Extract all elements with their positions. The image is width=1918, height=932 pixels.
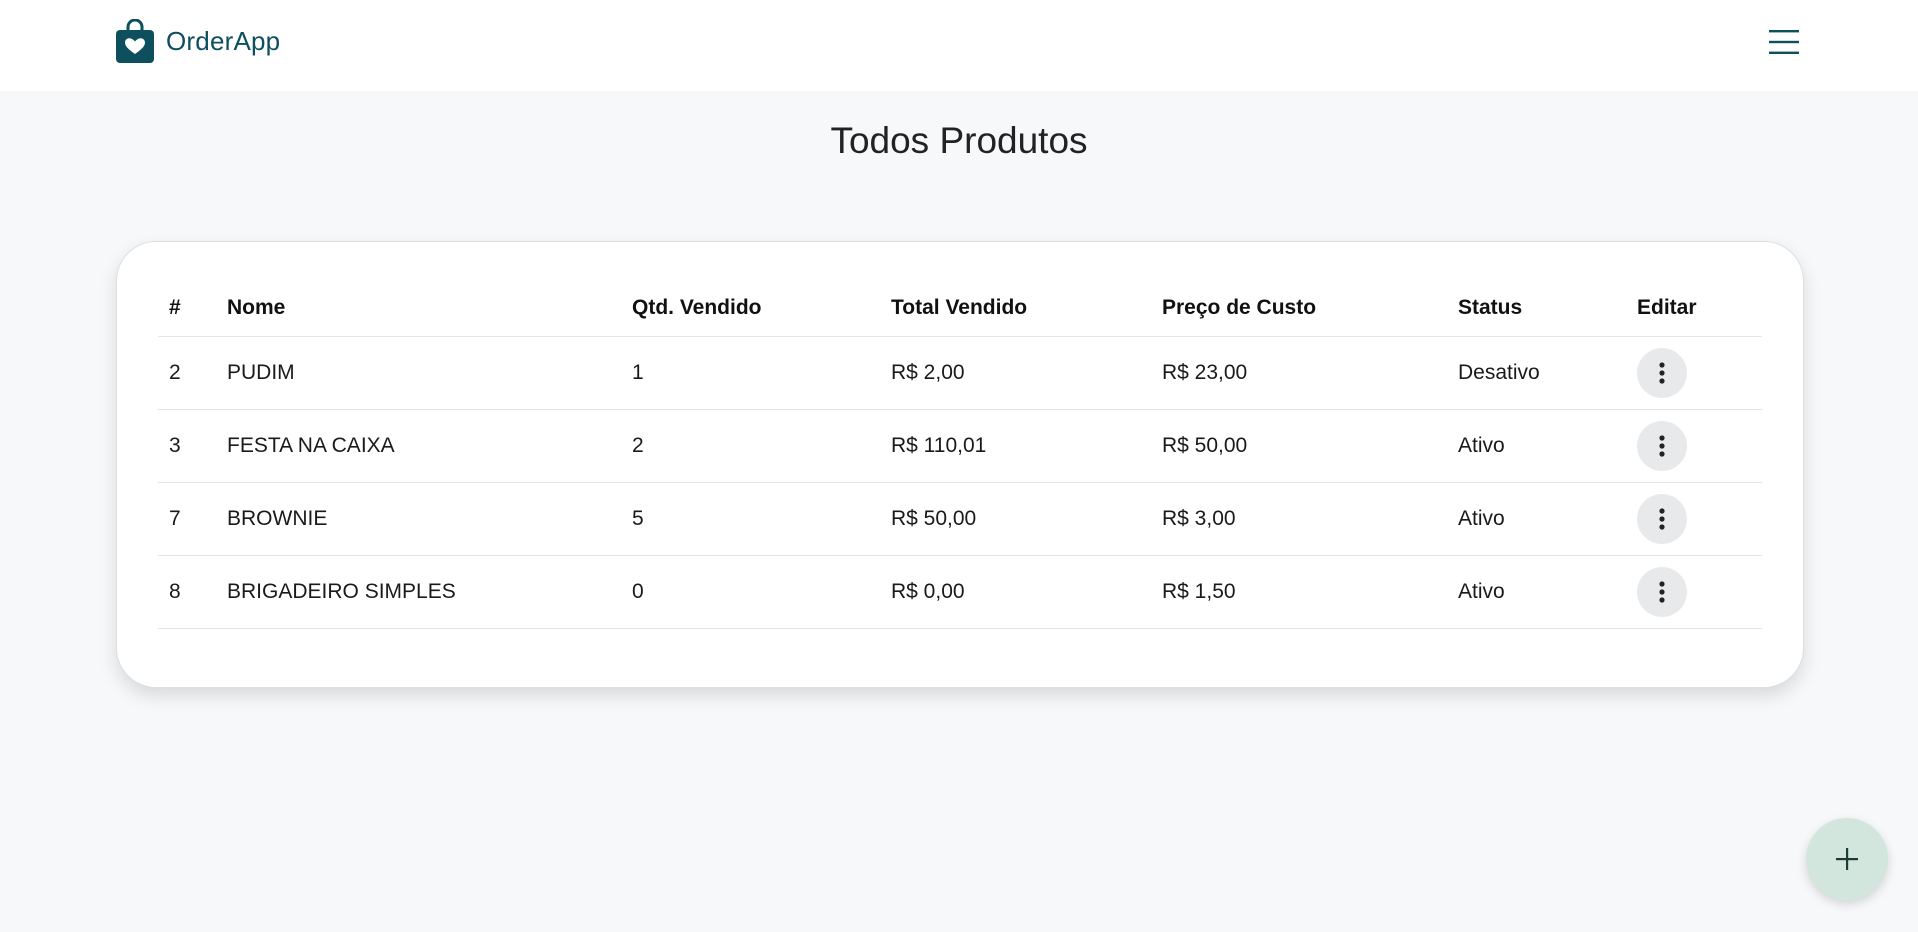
cell-total-vendido: R$ 50,00 — [880, 482, 1151, 556]
column-header-status: Status — [1447, 280, 1626, 337]
row-actions-button[interactable] — [1637, 420, 1687, 471]
row-actions-button[interactable] — [1637, 566, 1687, 617]
add-product-button[interactable] — [1806, 818, 1888, 900]
cell-id: 8 — [158, 555, 216, 629]
brand-link[interactable]: OrderApp — [116, 19, 280, 63]
cell-qtd-vendido: 0 — [621, 555, 880, 629]
row-actions-button[interactable] — [1637, 493, 1687, 544]
column-header-editar: Editar — [1626, 280, 1762, 337]
table-row: 3 FESTA NA CAIXA 2 R$ 110,01 R$ 50,00 At… — [158, 409, 1762, 483]
more-vertical-icon — [1659, 580, 1665, 603]
cell-id: 7 — [158, 482, 216, 556]
cell-qtd-vendido: 5 — [621, 482, 880, 556]
cell-nome: BRIGADEIRO SIMPLES — [216, 555, 621, 629]
cell-total-vendido: R$ 0,00 — [880, 555, 1151, 629]
cell-preco-de-custo: R$ 23,00 — [1151, 336, 1447, 410]
cell-editar — [1626, 336, 1762, 410]
more-vertical-icon — [1659, 361, 1665, 384]
cell-qtd-vendido: 1 — [621, 336, 880, 410]
menu-button[interactable] — [1764, 24, 1804, 60]
navbar: OrderApp — [0, 0, 1918, 91]
products-card: # Nome Qtd. Vendido Total Vendido Preço … — [116, 241, 1804, 688]
column-header-qtd-vendido: Qtd. Vendido — [621, 280, 880, 337]
shopping-bag-heart-icon — [116, 19, 154, 63]
cell-status: Ativo — [1447, 409, 1626, 483]
row-actions-button[interactable] — [1637, 347, 1687, 398]
cell-nome: PUDIM — [216, 336, 621, 410]
column-header-total-vendido: Total Vendido — [880, 280, 1151, 337]
cell-editar — [1626, 555, 1762, 629]
plus-icon — [1836, 848, 1858, 870]
cell-nome: BROWNIE — [216, 482, 621, 556]
cell-preco-de-custo: R$ 50,00 — [1151, 409, 1447, 483]
cell-status: Desativo — [1447, 336, 1626, 410]
cell-total-vendido: R$ 2,00 — [880, 336, 1151, 410]
more-vertical-icon — [1659, 507, 1665, 530]
cell-editar — [1626, 482, 1762, 556]
cell-editar — [1626, 409, 1762, 483]
cell-id: 3 — [158, 409, 216, 483]
hamburger-menu-icon — [1769, 30, 1799, 54]
cell-status: Ativo — [1447, 555, 1626, 629]
cell-id: 2 — [158, 336, 216, 410]
cell-status: Ativo — [1447, 482, 1626, 556]
column-header-nome: Nome — [216, 280, 621, 337]
products-table: # Nome Qtd. Vendido Total Vendido Preço … — [158, 280, 1762, 629]
table-header-row: # Nome Qtd. Vendido Total Vendido Preço … — [158, 280, 1762, 337]
cell-preco-de-custo: R$ 3,00 — [1151, 482, 1447, 556]
table-row: 8 BRIGADEIRO SIMPLES 0 R$ 0,00 R$ 1,50 A… — [158, 555, 1762, 629]
column-header-preco-de-custo: Preço de Custo — [1151, 280, 1447, 337]
cell-qtd-vendido: 2 — [621, 409, 880, 483]
cell-nome: FESTA NA CAIXA — [216, 409, 621, 483]
cell-total-vendido: R$ 110,01 — [880, 409, 1151, 483]
column-header-id: # — [158, 280, 216, 337]
brand-name: OrderApp — [166, 25, 281, 56]
table-row: 2 PUDIM 1 R$ 2,00 R$ 23,00 Desativo — [158, 336, 1762, 410]
more-vertical-icon — [1659, 434, 1665, 457]
cell-preco-de-custo: R$ 1,50 — [1151, 555, 1447, 629]
page-title: Todos Produtos — [830, 120, 1088, 161]
table-row: 7 BROWNIE 5 R$ 50,00 R$ 3,00 Ativo — [158, 482, 1762, 556]
